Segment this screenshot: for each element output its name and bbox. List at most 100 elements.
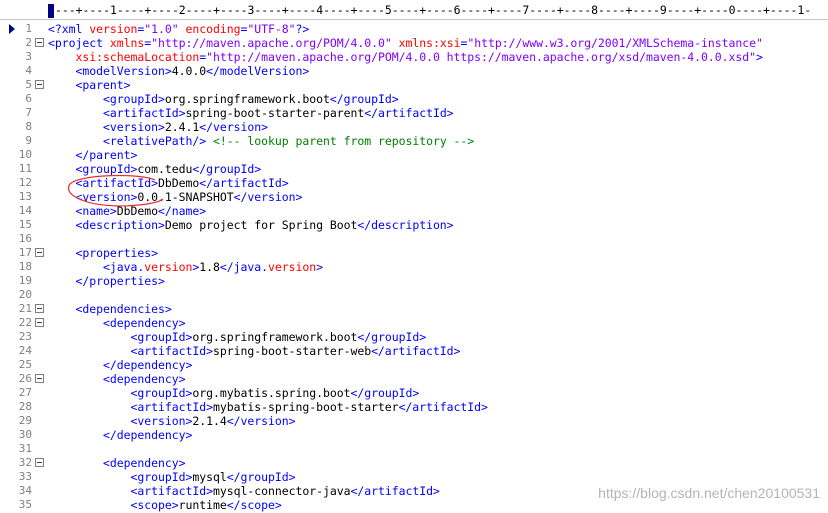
code-token: <dependencies> — [75, 302, 172, 316]
code-token: <dependency> — [103, 316, 186, 330]
code-line[interactable]: 13 <version>0.0.1-SNAPSHOT</version> — [0, 190, 828, 204]
code-text: <artifactId>spring-boot-starter-web</art… — [48, 344, 460, 358]
code-line[interactable]: 22 <dependency> — [0, 316, 828, 330]
code-line[interactable]: 31 — [0, 442, 828, 456]
code-text: <name>DbDemo</name> — [48, 204, 207, 218]
code-token: xmlns — [109, 36, 145, 50]
code-token: version — [144, 260, 193, 274]
code-token: </groupId> — [192, 162, 262, 176]
fold-toggle-icon[interactable] — [35, 374, 44, 383]
line-number: 30 — [18, 428, 32, 441]
fold-toggle-icon[interactable] — [35, 248, 44, 257]
code-editor[interactable]: 1 <?xml version="1.0" encoding="UTF-8"?> 2… — [0, 21, 828, 513]
code-line[interactable]: 1 <?xml version="1.0" encoding="UTF-8"?> — [0, 22, 828, 36]
code-line[interactable]: 2 <project xmlns="http://maven.apache.org… — [0, 36, 828, 50]
code-line[interactable]: 14 <name>DbDemo</name> — [0, 204, 828, 218]
code-line[interactable]: 4 <modelVersion>4.0.0</modelVersion> — [0, 64, 828, 78]
fold-toggle-icon[interactable] — [35, 38, 44, 47]
code-token: <groupId> — [75, 162, 138, 176]
code-line[interactable]: 9 <relativePath/> <!-- lookup parent fro… — [0, 134, 828, 148]
code-token: DbDemo — [157, 176, 200, 190]
code-text: </properties> — [48, 274, 165, 288]
code-token: mysql-connector-java — [212, 484, 351, 498]
fold-toggle-icon[interactable] — [35, 80, 44, 89]
line-number: 1 — [25, 22, 32, 35]
code-token: <artifactId> — [103, 106, 186, 120]
code-token: <description> — [75, 218, 165, 232]
code-token: </artifactId> — [199, 176, 289, 190]
code-text: <artifactId>DbDemo</artifactId> — [48, 176, 289, 190]
code-line[interactable]: 5 <parent> — [0, 78, 828, 92]
code-text: <groupId>mysql</groupId> — [48, 470, 295, 484]
code-line[interactable]: 11 <groupId>com.tedu</groupId> — [0, 162, 828, 176]
line-number: 31 — [18, 442, 32, 455]
code-line[interactable]: 17 <properties> — [0, 246, 828, 260]
code-line[interactable]: 24 <artifactId>spring-boot-starter-web</… — [0, 344, 828, 358]
code-token: </groupId> — [357, 330, 427, 344]
code-token: <version> — [75, 190, 138, 204]
code-text: </dependency> — [48, 428, 192, 442]
code-token: <artifactId> — [130, 400, 213, 414]
code-line[interactable]: 10 </parent> — [0, 148, 828, 162]
fold-toggle-icon[interactable] — [35, 458, 44, 467]
code-line[interactable]: 33 <groupId>mysql</groupId> — [0, 470, 828, 484]
code-token: version — [268, 260, 317, 274]
line-number: 15 — [18, 218, 32, 231]
code-line[interactable]: 27 <groupId>org.mybatis.spring.boot</gro… — [0, 386, 828, 400]
fold-toggle-icon[interactable] — [35, 304, 44, 313]
code-token: <dependency> — [103, 456, 186, 470]
code-text: <java.version>1.8</java.version> — [48, 260, 323, 274]
code-line[interactable]: 8 <version>2.4.1</version> — [0, 120, 828, 134]
code-line[interactable]: 12 <artifactId>DbDemo</artifactId> — [0, 176, 828, 190]
code-line[interactable]: 20 — [0, 288, 828, 302]
code-line[interactable]: 32 <dependency> — [0, 456, 828, 470]
code-line[interactable]: 6 <groupId>org.springframework.boot</gro… — [0, 92, 828, 106]
code-line[interactable]: 30 </dependency> — [0, 428, 828, 442]
code-text: <groupId>org.springframework.boot</group… — [48, 92, 399, 106]
code-line[interactable]: 16 — [0, 232, 828, 246]
line-number: 11 — [18, 162, 32, 175]
code-line[interactable]: 21 <dependencies> — [0, 302, 828, 316]
line-number: 16 — [18, 232, 32, 245]
code-line[interactable]: 25 </dependency> — [0, 358, 828, 372]
code-token: "http://maven.apache.org/POM/4.0.0" — [151, 36, 392, 50]
line-number: 19 — [18, 274, 32, 287]
line-number: 32 — [18, 456, 32, 469]
code-token: mybatis-spring-boot-starter — [212, 400, 399, 414]
code-line[interactable]: 7 <artifactId>spring-boot-starter-parent… — [0, 106, 828, 120]
code-line[interactable]: 19 </properties> — [0, 274, 828, 288]
code-line[interactable]: 29 <version>2.1.4</version> — [0, 414, 828, 428]
code-line[interactable]: 26 <dependency> — [0, 372, 828, 386]
ruler-scale: ---+----1----+----2----+----3----+----4-… — [55, 3, 812, 17]
code-line[interactable]: 15 <description>Demo project for Spring … — [0, 218, 828, 232]
code-line[interactable]: 18 <java.version>1.8</java.version> — [0, 260, 828, 274]
line-number: 7 — [25, 106, 32, 119]
fold-toggle-icon[interactable] — [35, 318, 44, 327]
code-line[interactable]: 28 <artifactId>mybatis-spring-boot-start… — [0, 400, 828, 414]
line-number: 27 — [18, 386, 32, 399]
code-token: runtime — [178, 498, 227, 512]
code-line[interactable]: 23 <groupId>org.springframework.boot</gr… — [0, 330, 828, 344]
code-text: <properties> — [48, 246, 159, 260]
code-text: <dependency> — [48, 316, 186, 330]
line-number: 29 — [18, 414, 32, 427]
code-line[interactable]: 3 xsi:schemaLocation="http://maven.apach… — [0, 50, 828, 64]
code-text: <project xmlns="http://maven.apache.org/… — [48, 36, 763, 50]
code-token: 0.0.1-SNAPSHOT — [137, 190, 234, 204]
